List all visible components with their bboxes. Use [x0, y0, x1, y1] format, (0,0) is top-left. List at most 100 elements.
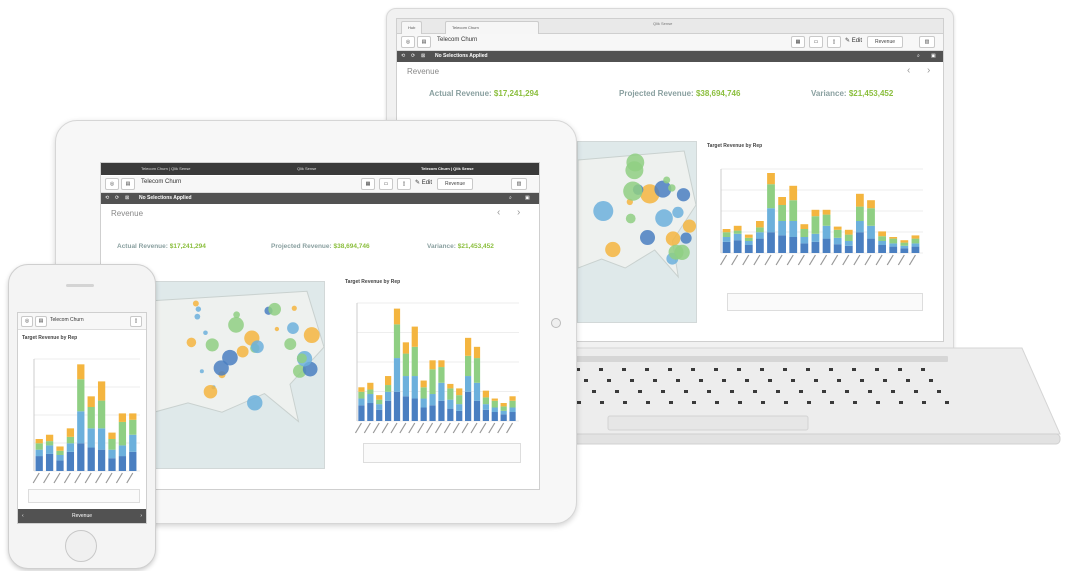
map-bubble[interactable] — [593, 201, 614, 222]
bar-segment[interactable] — [77, 443, 85, 471]
map-bubble[interactable] — [205, 338, 219, 352]
chart-scrollbar[interactable] — [363, 443, 521, 463]
bar-segment[interactable] — [129, 413, 137, 420]
bar-segment[interactable] — [767, 184, 775, 209]
app-overview-icon[interactable]: ▤ — [35, 316, 47, 327]
bar-segment[interactable] — [438, 400, 445, 421]
bar-segment[interactable] — [789, 237, 798, 253]
bar-segment[interactable] — [385, 391, 392, 401]
map-bubble[interactable] — [665, 231, 681, 246]
tablet-home-button[interactable] — [551, 318, 561, 328]
bar-chart[interactable] — [20, 345, 142, 485]
story-icon[interactable]: ▭ — [379, 178, 393, 190]
bar-segment[interactable] — [56, 446, 64, 451]
bar-segment[interactable] — [456, 388, 463, 396]
bar-segment[interactable] — [900, 240, 909, 243]
bar-segment[interactable] — [77, 411, 85, 444]
map-bubble[interactable] — [284, 338, 297, 351]
navigation-icon[interactable]: ◎ — [105, 178, 119, 190]
bar-segment[interactable] — [402, 353, 409, 377]
bar-segment[interactable] — [756, 221, 764, 228]
bar-segment[interactable] — [376, 409, 383, 421]
bar-segment[interactable] — [376, 395, 383, 400]
bar-segment[interactable] — [822, 225, 831, 239]
browser-tab[interactable]: Qlik Sense — [297, 163, 316, 175]
bar-segment[interactable] — [97, 428, 106, 450]
bar-segment[interactable] — [87, 396, 95, 407]
map-bubble[interactable] — [199, 369, 204, 374]
bar-segment[interactable] — [889, 238, 898, 244]
bar-segment[interactable] — [97, 400, 106, 429]
bar-segment[interactable] — [509, 396, 516, 401]
map-bubble[interactable] — [203, 384, 218, 399]
bar-segment[interactable] — [108, 458, 116, 471]
bar-segment[interactable] — [77, 379, 85, 412]
bar-segment[interactable] — [811, 241, 820, 253]
bar-segment[interactable] — [358, 387, 365, 392]
bar-segment[interactable] — [722, 241, 731, 253]
bar-segment[interactable] — [789, 185, 798, 201]
bar-segment[interactable] — [500, 403, 507, 407]
bar-segment[interactable] — [856, 193, 864, 207]
bar-segment[interactable] — [491, 400, 498, 408]
bar-segment[interactable] — [385, 376, 392, 386]
bar-segment[interactable] — [509, 412, 516, 421]
bar-segment[interactable] — [456, 395, 463, 405]
story-icon[interactable]: ▭ — [809, 36, 823, 48]
browser-tab-active[interactable]: Telecom Churn | Qlik Sense — [421, 163, 474, 175]
bar-segment[interactable] — [733, 225, 742, 231]
bar-segment[interactable] — [509, 407, 516, 413]
bar-segment[interactable] — [778, 221, 786, 236]
map-bubble[interactable] — [296, 353, 307, 364]
next-sheet-icon[interactable]: › — [927, 65, 930, 76]
bar-segment[interactable] — [911, 238, 920, 244]
bar-segment[interactable] — [438, 367, 445, 383]
step-forward-icon[interactable]: ⟳ — [115, 193, 119, 204]
bar-segment[interactable] — [800, 243, 809, 253]
bar-segment[interactable] — [491, 407, 498, 413]
bar-segment[interactable] — [856, 221, 864, 233]
search-icon[interactable]: ⌕ — [917, 51, 920, 62]
sheet-select[interactable]: Revenue — [867, 36, 903, 48]
map-bubble[interactable] — [251, 340, 264, 354]
bar-segment[interactable] — [722, 229, 731, 233]
bar-segment[interactable] — [456, 404, 463, 411]
bar-segment[interactable] — [744, 245, 753, 253]
bar-segment[interactable] — [66, 451, 75, 471]
bookmark-icon[interactable]: ▯ — [827, 36, 841, 48]
step-back-icon[interactable]: ⟲ — [105, 193, 109, 204]
map-bubble[interactable] — [668, 244, 684, 260]
bar-segment[interactable] — [878, 236, 886, 241]
map-bubble[interactable] — [247, 395, 263, 411]
step-forward-icon[interactable]: ⟳ — [411, 51, 415, 62]
bar-segment[interactable] — [473, 358, 481, 383]
bar-segment[interactable] — [420, 398, 427, 408]
bar-segment[interactable] — [66, 436, 75, 444]
bar-segment[interactable] — [129, 419, 137, 435]
bar-segment[interactable] — [376, 404, 383, 410]
edit-button[interactable]: ✎ Edit — [845, 37, 862, 44]
map-bubble[interactable] — [303, 327, 320, 344]
map-bubble[interactable] — [228, 317, 244, 333]
bar-segment[interactable] — [800, 229, 809, 237]
bar-segment[interactable] — [500, 406, 507, 411]
bar-segment[interactable] — [509, 400, 516, 408]
map-bubble[interactable] — [194, 313, 201, 320]
bar-segment[interactable] — [911, 235, 920, 239]
navigation-icon[interactable]: ◎ — [401, 36, 415, 48]
bar-segment[interactable] — [367, 382, 374, 390]
sheets-icon[interactable]: ▥ — [511, 178, 527, 190]
chart-scrollbar[interactable] — [28, 489, 140, 503]
bar-segment[interactable] — [87, 447, 95, 471]
bar-segment[interactable] — [56, 450, 64, 455]
data-manager-icon[interactable]: ▦ — [361, 178, 375, 190]
bar-segment[interactable] — [778, 205, 786, 221]
bar-segment[interactable] — [482, 397, 489, 405]
bar-segment[interactable] — [756, 227, 764, 233]
bar-segment[interactable] — [867, 238, 875, 253]
bar-segment[interactable] — [767, 208, 775, 233]
map-bubble[interactable] — [605, 241, 621, 258]
bar-segment[interactable] — [411, 346, 418, 377]
bar-segment[interactable] — [393, 308, 401, 325]
bar-segment[interactable] — [889, 243, 898, 247]
